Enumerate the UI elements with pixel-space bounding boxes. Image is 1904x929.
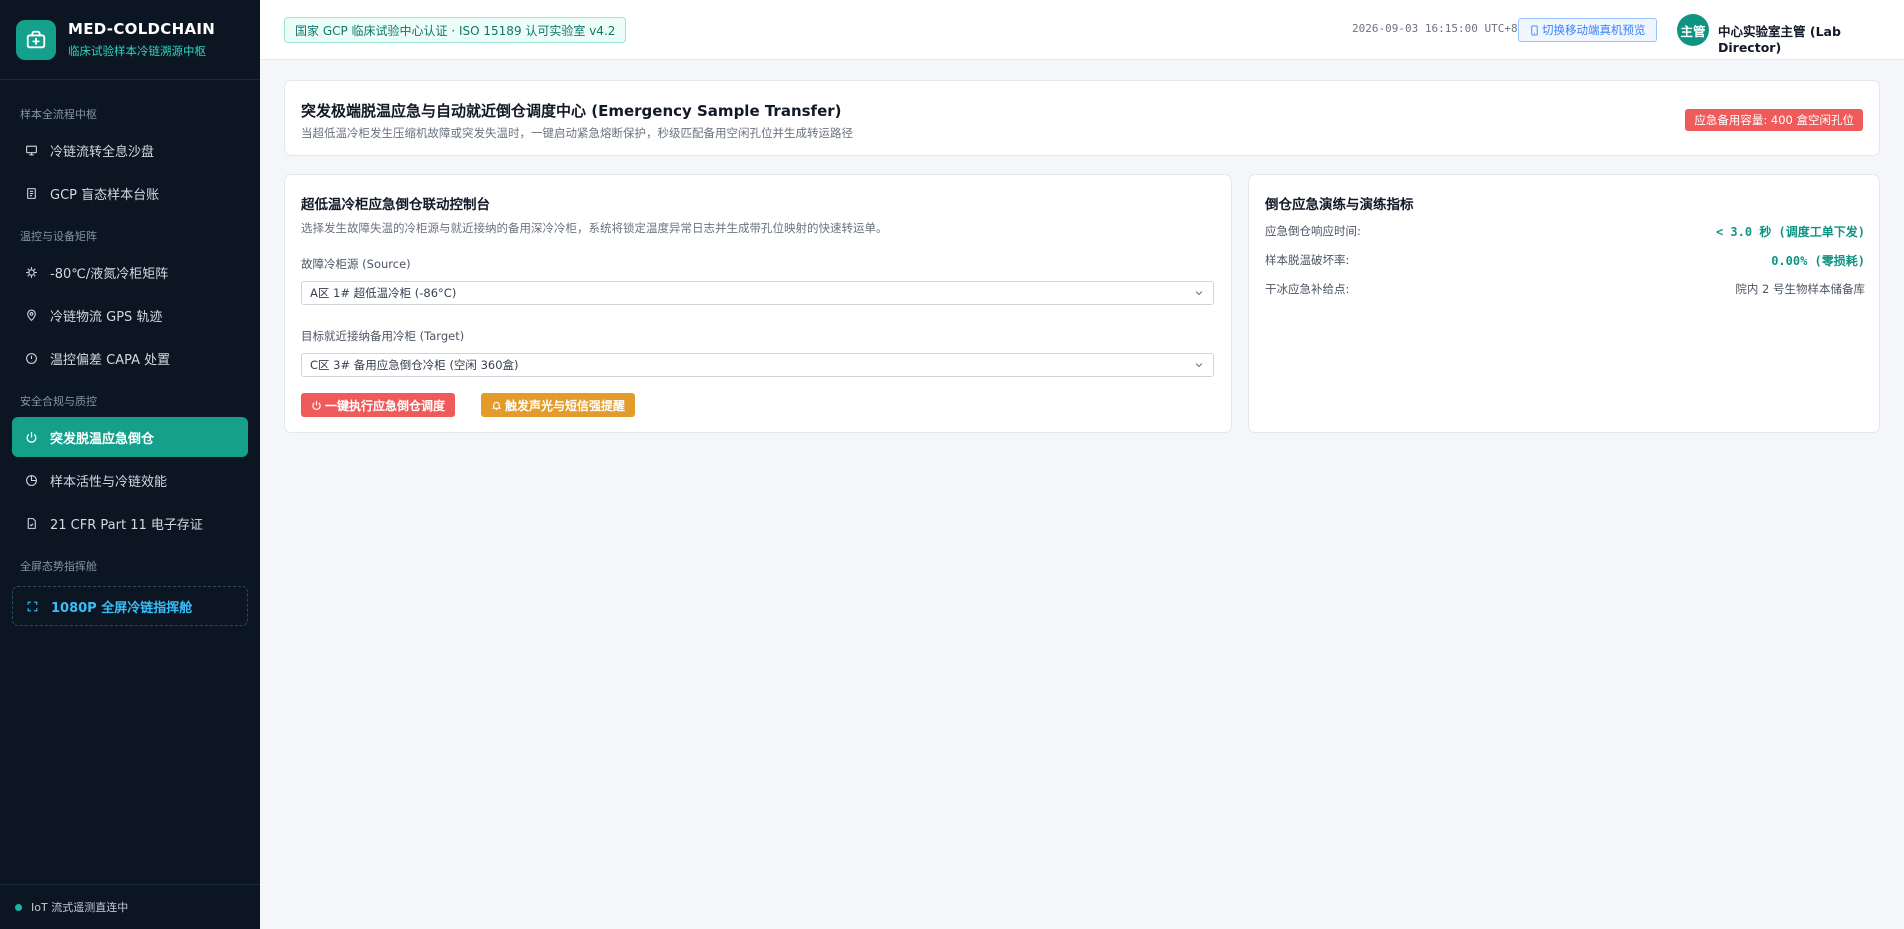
document-icon — [24, 186, 38, 200]
nav-group-label: 全屏态势指挥舱 — [20, 560, 97, 573]
brand: MED-COLDCHAIN 临床试验样本冷链溯源中枢 — [0, 0, 260, 80]
chevron-down-icon — [1193, 359, 1205, 371]
trigger-alarm-button[interactable]: 触发声光与短信强提醒 — [481, 393, 636, 417]
avatar[interactable]: 主管 — [1677, 14, 1709, 46]
metric-value: 0.00% (零损耗) — [1771, 254, 1865, 268]
datetime-display: 2026-09-03 16:15:00 UTC+8 — [1352, 22, 1518, 35]
sidebar-nav: 样本全流程中枢 冷链流转全息沙盘 GCP 盲态样本台账 温控与设备矩阵 -80℃… — [0, 80, 260, 626]
monitor-icon — [24, 143, 38, 157]
medical-kit-icon — [16, 19, 56, 60]
trigger-alarm-label: 触发声光与短信强提醒 — [505, 398, 626, 413]
sidebar-item-freezer-matrix[interactable]: -80℃/液氮冷柜矩阵 — [12, 252, 248, 292]
console-description: 选择发生故障失温的冷柜源与就近接纳的备用深冷冷柜，系统将锁定温度异常日志并生成带… — [301, 221, 888, 235]
console-title: 超低温冷柜应急倒仓联动控制台 — [301, 197, 490, 213]
sidebar-item-label: GCP 盲态样本台账 — [50, 187, 160, 203]
metric-row-dry-ice: 干冰应急补给点: 院内 2 号生物样本储备库 — [1265, 279, 1865, 299]
power-icon — [311, 399, 323, 411]
metric-row-response-time: 应急倒仓响应时间: < 3.0 秒 (调度工单下发) — [1265, 221, 1865, 241]
sidebar-item-sample-viability[interactable]: 样本活性与冷链效能 — [12, 460, 248, 500]
page-subtitle: 当超低温冷柜发生压缩机故障或突发失温时，一键启动紧急熔断保护，秒级匹配备用空闲孔… — [301, 126, 853, 140]
sidebar-item-label: 冷链流转全息沙盘 — [50, 144, 155, 160]
sidebar-item-label: -80℃/液氮冷柜矩阵 — [50, 266, 169, 282]
metric-label: 应急倒仓响应时间: — [1265, 224, 1361, 238]
brand-subtitle: 临床试验样本冷链溯源中枢 — [68, 44, 206, 58]
user-name[interactable]: 中心实验室主管 (Lab Director) — [1718, 21, 1904, 55]
sidebar-item-fullscreen-command[interactable]: 1080P 全屏冷链指挥舱 — [12, 586, 248, 626]
nav-group-label: 安全合规与质控 — [20, 395, 97, 408]
source-select-value: A区 1# 超低温冷柜 (-86°C) — [310, 286, 457, 300]
sidebar-item-coldchain-sandbox[interactable]: 冷链流转全息沙盘 — [12, 130, 248, 170]
sidebar-item-label: 21 CFR Part 11 电子存证 — [50, 517, 203, 533]
target-select-value: C区 3# 备用应急倒仓冷柜 (空闲 360盒) — [310, 358, 519, 372]
bell-icon — [491, 399, 503, 411]
sidebar-item-label: 样本活性与冷链效能 — [50, 474, 168, 490]
cpu-icon — [24, 265, 38, 279]
sidebar-item-capa[interactable]: 温控偏差 CAPA 处置 — [12, 338, 248, 378]
iot-status: IoT 流式遥测直连中 — [0, 884, 260, 929]
metric-value: < 3.0 秒 (调度工单下发) — [1715, 225, 1865, 239]
sidebar-item-gcp-ledger[interactable]: GCP 盲态样本台账 — [12, 173, 248, 213]
nav-group-label: 样本全流程中枢 — [20, 108, 97, 121]
alert-circle-icon — [24, 351, 38, 365]
power-icon — [24, 430, 38, 444]
iot-status-text: IoT 流式遥测直连中 — [31, 901, 129, 914]
chevron-down-icon — [1193, 287, 1205, 299]
source-label: 故障冷柜源 (Source) — [301, 257, 411, 271]
target-select[interactable]: C区 3# 备用应急倒仓冷柜 (空闲 360盒) — [301, 353, 1214, 377]
certification-badge: 国家 GCP 临床试验中心认证 · ISO 15189 认可实验室 v4.2 — [284, 17, 627, 43]
fullscreen-icon — [25, 599, 39, 613]
execute-transfer-label: 一键执行应急倒仓调度 — [325, 398, 446, 413]
mobile-preview-label: 切换移动端真机预览 — [1542, 23, 1646, 37]
capacity-badge: 应急备用容量: 400 盒空闲孔位 — [1685, 109, 1863, 131]
file-check-icon — [24, 516, 38, 530]
sidebar-item-label: 温控偏差 CAPA 处置 — [50, 352, 171, 368]
sidebar-item-gps-tracking[interactable]: 冷链物流 GPS 轨迹 — [12, 295, 248, 335]
page-banner: 突发极端脱温应急与自动就近倒仓调度中心 (Emergency Sample Tr… — [284, 80, 1880, 156]
top-header: 国家 GCP 临床试验中心认证 · ISO 15189 认可实验室 v4.2 2… — [260, 0, 1904, 60]
smartphone-icon — [1529, 24, 1540, 36]
metric-value: 院内 2 号生物样本储备库 — [1735, 282, 1865, 296]
status-dot-icon — [15, 903, 22, 911]
nav-group-label: 温控与设备矩阵 — [20, 230, 97, 243]
map-pin-icon — [24, 308, 38, 322]
metrics-title: 倒仓应急演练与演练指标 — [1265, 197, 1414, 213]
sidebar-item-label: 冷链物流 GPS 轨迹 — [50, 309, 163, 325]
metric-row-damage-rate: 样本脱温破坏率: 0.00% (零损耗) — [1265, 250, 1865, 270]
drill-metrics-card: 倒仓应急演练与演练指标 应急倒仓响应时间: < 3.0 秒 (调度工单下发) 样… — [1248, 174, 1880, 433]
metric-label: 干冰应急补给点: — [1265, 282, 1350, 296]
brand-title: MED-COLDCHAIN — [68, 20, 216, 38]
emergency-console-card: 超低温冷柜应急倒仓联动控制台 选择发生故障失温的冷柜源与就近接纳的备用深冷冷柜，… — [284, 174, 1232, 433]
mobile-preview-button[interactable]: 切换移动端真机预览 — [1518, 18, 1657, 42]
metric-label: 样本脱温破坏率: — [1265, 253, 1350, 267]
pie-chart-icon — [24, 473, 38, 487]
target-label: 目标就近接纳备用冷柜 (Target) — [301, 329, 465, 343]
sidebar-item-label: 突发脱温应急倒仓 — [50, 431, 155, 447]
page-title: 突发极端脱温应急与自动就近倒仓调度中心 (Emergency Sample Tr… — [301, 102, 842, 120]
sidebar-item-cfr-records[interactable]: 21 CFR Part 11 电子存证 — [12, 503, 248, 543]
sidebar-item-label: 1080P 全屏冷链指挥舱 — [51, 600, 193, 616]
execute-transfer-button[interactable]: 一键执行应急倒仓调度 — [301, 393, 456, 417]
sidebar: MED-COLDCHAIN 临床试验样本冷链溯源中枢 样本全流程中枢 冷链流转全… — [0, 0, 260, 929]
sidebar-item-emergency-transfer[interactable]: 突发脱温应急倒仓 — [12, 417, 248, 457]
source-select[interactable]: A区 1# 超低温冷柜 (-86°C) — [301, 281, 1214, 305]
